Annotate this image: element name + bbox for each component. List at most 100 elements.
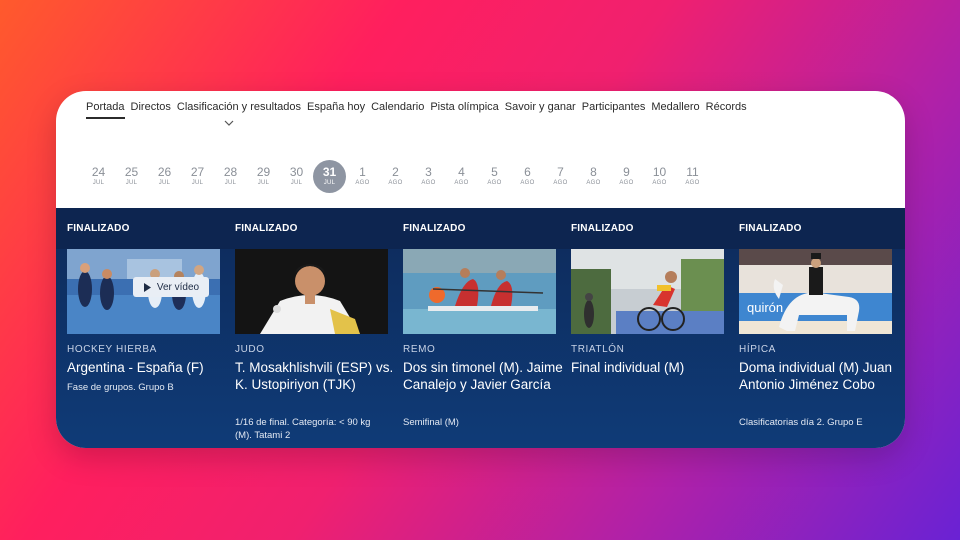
- nav-item-participantes[interactable]: Participantes: [582, 100, 646, 117]
- sport-label: JUDO: [235, 344, 265, 355]
- event-title[interactable]: Final individual (M): [571, 359, 731, 376]
- date-month: JUL: [257, 180, 270, 186]
- date-day: 8: [590, 165, 597, 179]
- nav-item-directos[interactable]: Directos: [131, 100, 171, 117]
- date-month: AGO: [520, 180, 535, 186]
- sport-label: HOCKEY HIERBA: [67, 344, 157, 355]
- results-band: FINALIZADO Ver vídeo HOCKEY HIERBA Argen…: [56, 208, 905, 448]
- event-subtitle: Semifinal (M): [403, 417, 459, 428]
- date-item[interactable]: 4 AGO: [445, 160, 478, 193]
- event-thumbnail[interactable]: [403, 249, 556, 334]
- sport-label: HÍPICA: [739, 344, 776, 355]
- sponsor-sign: quirón: [747, 300, 783, 315]
- date-month: JUL: [191, 180, 204, 186]
- date-selector: 24 JUL 25 JUL 26 JUL 27 JUL 28 JUL 29 JUL 30 JUL 31 JUL…: [82, 160, 709, 193]
- status-badge: FINALIZADO: [739, 223, 802, 234]
- date-month: AGO: [685, 180, 700, 186]
- date-item[interactable]: 31 JUL: [313, 160, 346, 193]
- date-item[interactable]: 24 JUL: [82, 160, 115, 193]
- nav-item-records[interactable]: Récords: [706, 100, 747, 117]
- date-item[interactable]: 25 JUL: [115, 160, 148, 193]
- date-month: AGO: [388, 180, 403, 186]
- date-item[interactable]: 9 AGO: [610, 160, 643, 193]
- date-item[interactable]: 26 JUL: [148, 160, 181, 193]
- nav-item-clasificacion[interactable]: Clasificación y resultados: [177, 100, 301, 117]
- event-subtitle: Fase de grupos. Grupo B: [67, 382, 174, 393]
- chevron-down-icon[interactable]: [224, 118, 234, 128]
- nav-item-espana-hoy[interactable]: España hoy: [307, 100, 365, 117]
- status-badge: FINALIZADO: [235, 223, 298, 234]
- event-title[interactable]: T. Mosakhlishvili (ESP) vs. K. Ustopiriy…: [235, 359, 395, 393]
- date-day: 2: [392, 165, 399, 179]
- date-item[interactable]: 7 AGO: [544, 160, 577, 193]
- date-item[interactable]: 11 AGO: [676, 160, 709, 193]
- date-item[interactable]: 8 AGO: [577, 160, 610, 193]
- date-day: 24: [91, 165, 106, 179]
- date-day: 28: [223, 165, 238, 179]
- date-item[interactable]: 2 AGO: [379, 160, 412, 193]
- date-month: AGO: [421, 180, 436, 186]
- date-item[interactable]: 5 AGO: [478, 160, 511, 193]
- date-day: 1: [359, 165, 366, 179]
- date-item[interactable]: 6 AGO: [511, 160, 544, 193]
- event-subtitle: Clasificatorias día 2. Grupo E: [739, 417, 863, 428]
- event-thumbnail[interactable]: [571, 249, 724, 334]
- judo-image: [235, 249, 388, 334]
- play-video-button[interactable]: Ver vídeo: [133, 277, 209, 297]
- date-month: AGO: [454, 180, 469, 186]
- sport-label: REMO: [403, 344, 436, 355]
- nav-item-medallero[interactable]: Medallero: [651, 100, 699, 117]
- status-badge: FINALIZADO: [571, 223, 634, 234]
- event-thumbnail[interactable]: quirón: [739, 249, 892, 334]
- date-item[interactable]: 29 JUL: [247, 160, 280, 193]
- event-title[interactable]: Doma individual (M) Juan Antonio Jiménez…: [739, 359, 899, 393]
- date-day: 9: [623, 165, 630, 179]
- date-item[interactable]: 30 JUL: [280, 160, 313, 193]
- date-day: 5: [491, 165, 498, 179]
- date-month: JUL: [224, 180, 237, 186]
- date-item[interactable]: 28 JUL: [214, 160, 247, 193]
- date-item[interactable]: 10 AGO: [643, 160, 676, 193]
- date-item[interactable]: 1 AGO: [346, 160, 379, 193]
- event-title[interactable]: Dos sin timonel (M). Jaime Canalejo y Ja…: [403, 359, 563, 393]
- date-day: 6: [524, 165, 531, 179]
- date-month: AGO: [355, 180, 370, 186]
- nav-item-pista-olimpica[interactable]: Pista olímpica: [430, 100, 498, 117]
- nav-item-portada[interactable]: Portada: [86, 100, 125, 119]
- date-day: 25: [124, 165, 139, 179]
- date-day: 27: [190, 165, 205, 179]
- date-day: 31: [322, 165, 337, 179]
- date-month: JUL: [158, 180, 171, 186]
- event-subtitle: 1/16 de final. Categoría: < 90 kg (M). T…: [235, 417, 371, 441]
- date-month: JUL: [323, 180, 336, 186]
- date-item[interactable]: 27 JUL: [181, 160, 214, 193]
- date-month: JUL: [290, 180, 303, 186]
- event-title[interactable]: Argentina - España (F): [67, 359, 227, 376]
- equestrian-image: quirón: [739, 249, 892, 334]
- status-badge: FINALIZADO: [67, 223, 130, 234]
- rowing-image: [403, 249, 556, 334]
- date-month: JUL: [125, 180, 138, 186]
- date-month: JUL: [92, 180, 105, 186]
- date-day: 30: [289, 165, 304, 179]
- sports-schedule-card: Portada Directos Clasificación y resulta…: [56, 91, 905, 448]
- status-badge: FINALIZADO: [403, 223, 466, 234]
- event-thumbnail[interactable]: [235, 249, 388, 334]
- date-day: 11: [686, 165, 699, 179]
- date-item[interactable]: 3 AGO: [412, 160, 445, 193]
- date-day: 10: [652, 165, 667, 179]
- play-icon: [143, 282, 151, 292]
- date-day: 3: [425, 165, 432, 179]
- sport-label: TRIATLÓN: [571, 344, 625, 355]
- date-month: AGO: [553, 180, 568, 186]
- triathlon-image: [571, 249, 724, 334]
- main-nav: Portada Directos Clasificación y resulta…: [86, 100, 747, 122]
- date-month: AGO: [487, 180, 502, 186]
- date-day: 4: [458, 165, 465, 179]
- date-month: AGO: [586, 180, 601, 186]
- date-day: 7: [557, 165, 564, 179]
- nav-item-calendario[interactable]: Calendario: [371, 100, 424, 117]
- date-day: 26: [157, 165, 172, 179]
- nav-item-savoir-y-ganar[interactable]: Savoir y ganar: [505, 100, 576, 117]
- video-label: Ver vídeo: [156, 281, 200, 293]
